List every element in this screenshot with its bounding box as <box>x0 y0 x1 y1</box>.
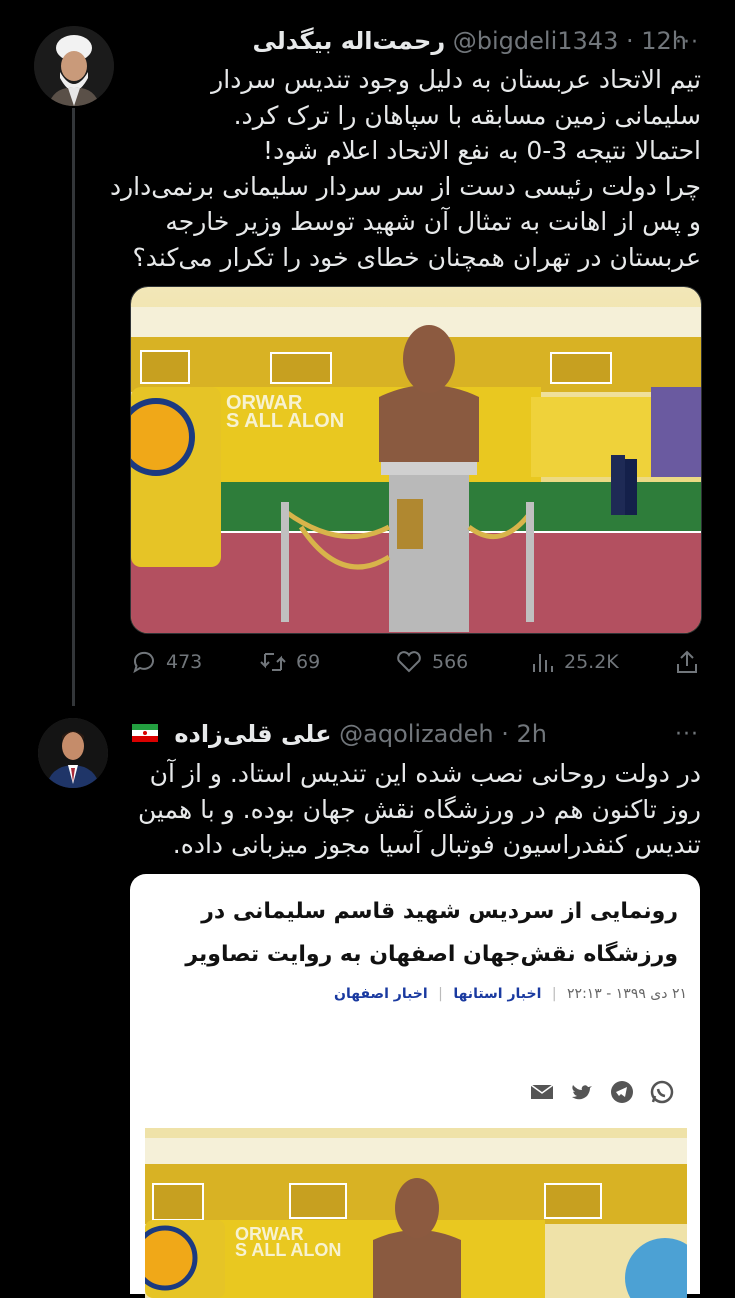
tweet-text-line: روز تاکنون هم در ورزشگاه نقش جهان بوده. … <box>137 794 701 824</box>
article-meta: ۲۱ دی ۱۳۹۹ - ۲۲:۱۳ | اخبار استانها | اخب… <box>334 986 687 1002</box>
tweet-header: رحمت‌اله بیگدلی @bigdeli1343 · 12h <box>252 27 687 55</box>
whatsapp-icon[interactable] <box>650 1080 674 1104</box>
reply-count: 473 <box>166 651 203 673</box>
category-link[interactable]: اخبار اصفهان <box>334 986 428 1002</box>
retweet-icon <box>260 653 286 671</box>
share-button[interactable] <box>676 650 698 674</box>
tweet-text-line: تندیس کنفدراسیون فوتبال آسیا مجوز میزبان… <box>172 830 701 859</box>
article-title-line: ورزشگاه نقش‌جهان اصفهان به روایت تصاویر <box>185 942 678 967</box>
article-date: ۲۱ دی ۱۳۹۹ - ۲۲:۱۳ <box>567 986 687 1002</box>
telegram-icon[interactable] <box>610 1080 634 1104</box>
avatar[interactable] <box>38 718 108 788</box>
tweet-image[interactable]: ORWAR S ALL ALON <box>130 286 702 634</box>
iran-flag-icon <box>132 724 158 742</box>
author-name[interactable]: رحمت‌اله بیگدلی <box>252 27 445 55</box>
author-name[interactable]: علی قلی‌زاده <box>174 720 331 748</box>
author-handle[interactable]: @bigdeli1343 <box>453 27 619 55</box>
retweet-button[interactable]: 69 <box>260 650 320 674</box>
banner-text: S ALL ALON <box>235 1240 341 1260</box>
tweet-header: علی قلی‌زاده @aqolizadeh · 2h <box>174 720 547 748</box>
tweet-text-line: احتمالا نتیجه 3-0 به نفع الاتحاد اعلام ش… <box>263 136 701 165</box>
email-icon[interactable] <box>530 1080 554 1104</box>
views-chart-icon <box>533 654 553 672</box>
more-options-icon[interactable]: ··· <box>675 722 699 747</box>
article-title-line: رونمایی از سردیس شهید قاسم سلیمانی در <box>201 899 678 924</box>
meta-separator: | <box>551 986 557 1002</box>
tweet-text-line: در دولت روحانی نصب شده این تندیس استاد. … <box>149 759 701 788</box>
tweet-text: تیم الاتحاد عربستان به دلیل وجود تندیس س… <box>101 62 701 275</box>
tweet-text-line: تیم الاتحاد عربستان به دلیل وجود تندیس س… <box>211 65 701 94</box>
tweet-text-line: چرا دولت رئیسی دست از سر سردار سلیمانی ب… <box>109 171 701 201</box>
more-options-icon[interactable]: ··· <box>675 30 699 55</box>
article-title[interactable]: رونمایی از سردیس شهید قاسم سلیمانی در ور… <box>138 890 678 976</box>
meta-separator: | <box>438 986 443 1002</box>
views-count: 25.2K <box>564 651 619 673</box>
heart-icon <box>397 651 421 673</box>
reply-button[interactable]: 473 <box>132 650 202 674</box>
retweet-count: 69 <box>296 651 321 673</box>
author-handle[interactable]: @aqolizadeh <box>339 720 493 748</box>
tweet-text-line: عربستان در تهران همچنان خطای خود را تکرا… <box>132 242 701 272</box>
article-share-bar <box>530 1080 674 1104</box>
tweet-text-line: و پس از اهانت به تمثال آن شهید توسط وزیر… <box>165 207 701 236</box>
category-link[interactable]: اخبار استانها <box>453 986 541 1002</box>
reply-icon <box>133 651 154 674</box>
tweet-text: در دولت روحانی نصب شده این تندیس استاد. … <box>101 756 701 863</box>
like-count: 566 <box>432 651 469 673</box>
banner-text: S ALL ALON <box>226 410 344 432</box>
tweet-time[interactable]: · 2h <box>501 720 547 748</box>
views-button[interactable]: 25.2K <box>530 650 619 674</box>
like-button[interactable]: 566 <box>396 650 468 674</box>
thread-connector-line <box>72 108 75 706</box>
share-icon <box>677 650 697 673</box>
article-image[interactable]: ORWAR S ALL ALON <box>145 1128 687 1298</box>
tweet-text-line: سلیمانی زمین مسابقه با سپاهان را ترک کرد… <box>233 100 701 130</box>
twitter-icon[interactable] <box>570 1080 594 1104</box>
